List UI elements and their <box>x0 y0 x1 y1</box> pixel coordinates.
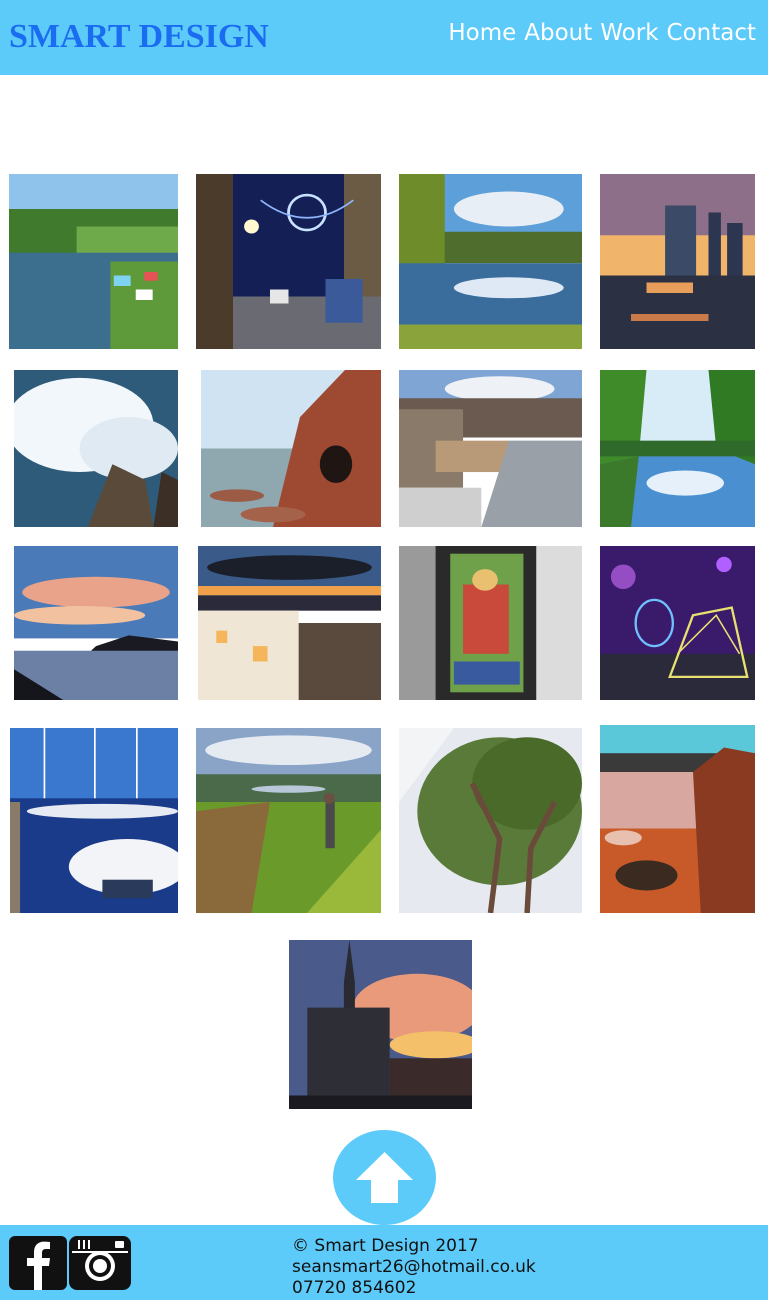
red-rocky-shore-photo[interactable] <box>600 725 755 913</box>
marina-boats-photo[interactable] <box>10 728 178 913</box>
facebook-icon <box>9 1236 67 1290</box>
man-on-hilltop-photo[interactable] <box>196 728 381 913</box>
town-night-sunset-photo[interactable] <box>198 546 381 700</box>
facebook-link[interactable] <box>9 1236 71 1290</box>
site-footer: © Smart Design 2017 seansmart26@hotmail.… <box>0 1225 768 1300</box>
river-autumn-trees-photo[interactable] <box>399 174 582 349</box>
footer-contact-info: © Smart Design 2017 seansmart26@hotmail.… <box>292 1236 536 1299</box>
email-link[interactable]: seansmart26@hotmail.co.uk <box>292 1257 536 1278</box>
brand-logo[interactable]: SMART DESIGN <box>9 18 269 56</box>
church-spire-sunset-photo[interactable] <box>289 940 472 1109</box>
instagram-link[interactable] <box>69 1236 131 1290</box>
building-light-projection-photo[interactable] <box>399 546 582 700</box>
back-to-top-button[interactable] <box>333 1130 436 1225</box>
nav-about-link[interactable]: About <box>524 20 592 46</box>
coastal-sunset-sky-photo[interactable] <box>14 546 178 700</box>
instagram-icon <box>69 1236 131 1290</box>
city-street-christmas-lights-photo[interactable] <box>196 174 381 349</box>
phone-number: 07720 854602 <box>292 1278 417 1298</box>
nav-work-link[interactable]: Work <box>600 20 658 46</box>
neon-light-sculpture-photo[interactable] <box>600 546 755 700</box>
crashing-wave-on-rocks-photo[interactable] <box>14 370 178 527</box>
nav-contact-link[interactable]: Contact <box>667 20 756 46</box>
arrow-up-icon <box>356 1152 413 1203</box>
copyright-text: © Smart Design 2017 <box>292 1236 479 1256</box>
red-sea-cliff-cave-photo[interactable] <box>201 370 381 527</box>
waterfront-sunset-buildings-photo[interactable] <box>600 174 755 349</box>
nav-home-link[interactable]: Home <box>448 20 516 46</box>
river-reflection-trees-photo[interactable] <box>600 370 755 527</box>
site-header: SMART DESIGN Home About Work Contact <box>0 0 768 75</box>
river-with-pedal-boats-photo[interactable] <box>9 174 178 349</box>
city-rooftops-view-photo[interactable] <box>399 370 582 527</box>
tree-canopy-photo[interactable] <box>399 728 582 913</box>
main-nav: Home About Work Contact <box>448 20 756 46</box>
